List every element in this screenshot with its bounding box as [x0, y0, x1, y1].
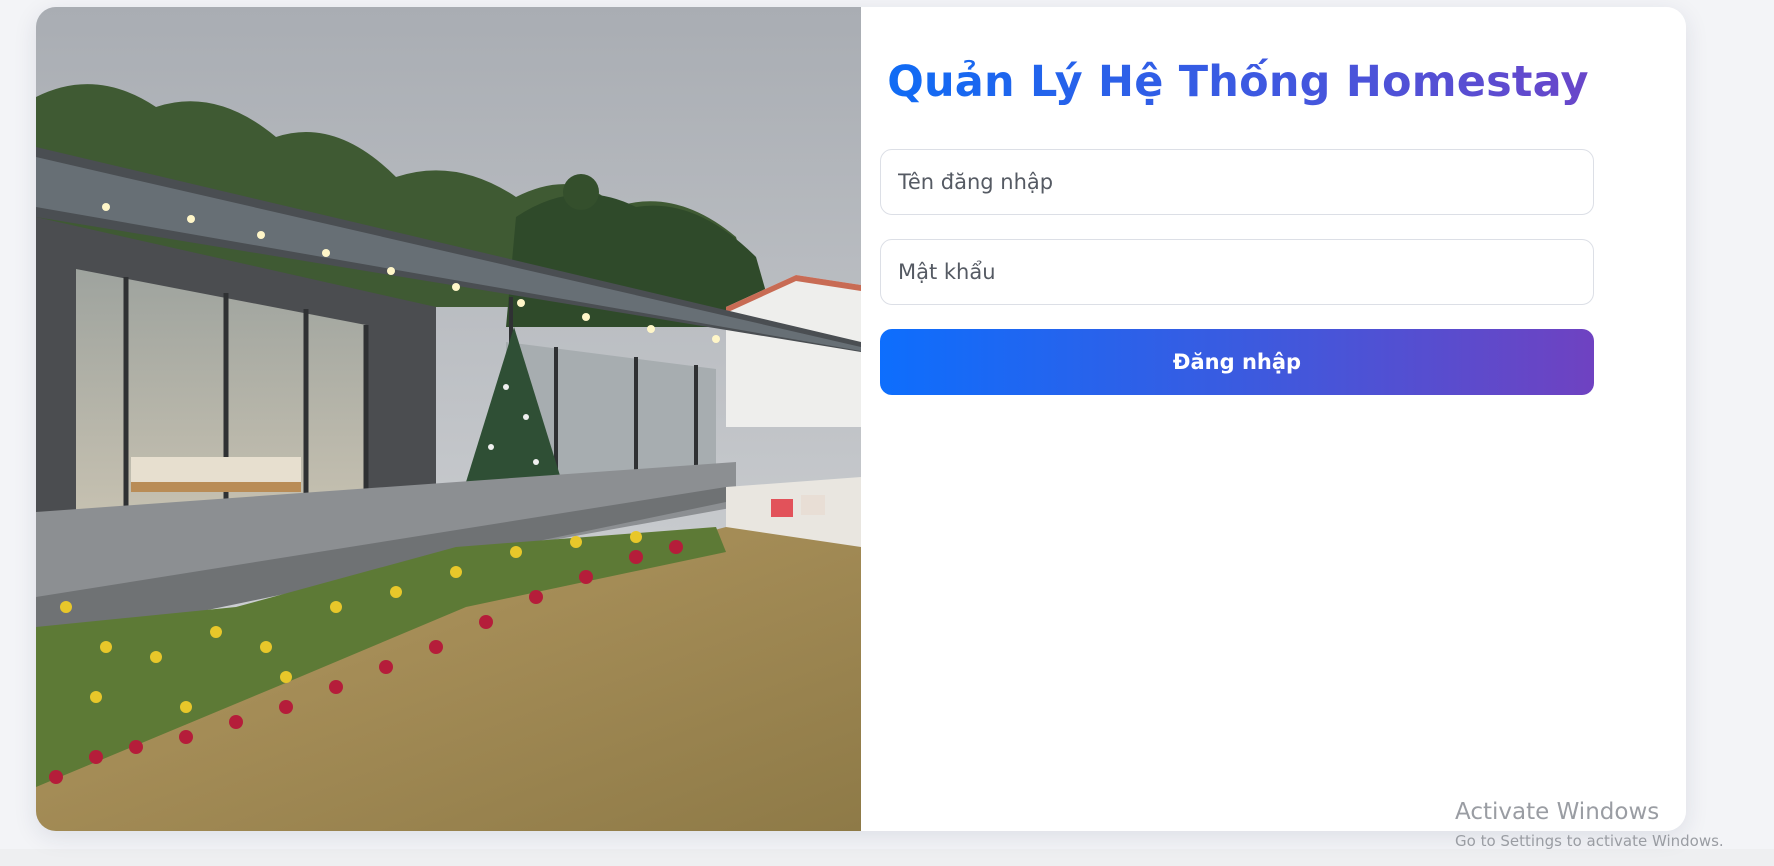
homestay-photo-illustration — [36, 7, 861, 831]
page-background: Quản Lý Hệ Thống Homestay Đăng nhập Acti… — [0, 0, 1774, 866]
login-button[interactable]: Đăng nhập — [880, 329, 1594, 395]
page-title: Quản Lý Hệ Thống Homestay — [881, 57, 1595, 107]
login-card — [36, 7, 1686, 831]
password-input[interactable] — [880, 239, 1594, 305]
login-form-panel — [861, 7, 1686, 831]
username-input[interactable] — [880, 149, 1594, 215]
homestay-photo — [36, 7, 861, 831]
bottom-strip — [0, 849, 1774, 866]
